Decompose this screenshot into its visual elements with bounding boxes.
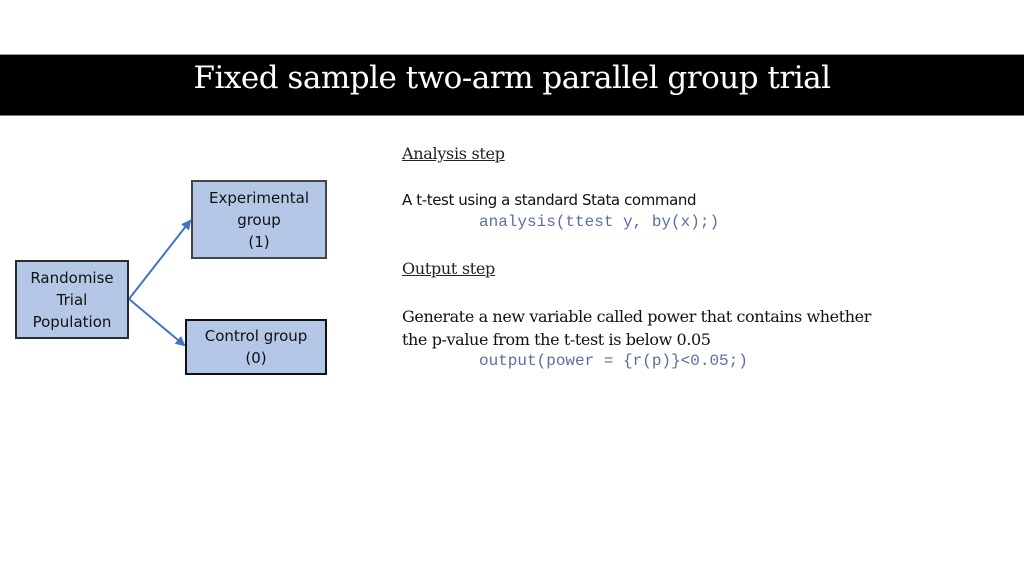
control-group-node: Control group (0) [185, 319, 327, 375]
randomise-node: Randomise Trial Population [15, 260, 129, 339]
randomise-line: Randomise [30, 268, 114, 287]
experimental-line: Experimental [208, 188, 310, 207]
output-code: output(power = {r(p)}<0.05;) [479, 352, 748, 370]
control-line: Control group [204, 327, 308, 345]
slide-title: Fixed sample two-arm parallel group tria… [193, 60, 831, 96]
output-description-line2: the p-value from the t-test is below 0.0… [402, 330, 711, 349]
arrow-to-control [128, 298, 186, 347]
analysis-description: A t-test using a standard Stata command [402, 191, 697, 209]
analysis-heading: Analysis step [402, 144, 505, 163]
output-heading: Output step [402, 259, 495, 278]
randomise-line: Population [32, 312, 112, 331]
experimental-group-node: Experimental group (1) [191, 180, 327, 259]
control-line: (0) [245, 349, 267, 367]
arrow-to-experimental [128, 219, 192, 300]
output-description-line1: Generate a new variable called power tha… [402, 307, 871, 326]
analysis-code: analysis(ttest y, by(x);) [479, 213, 720, 231]
randomise-line: Trial [56, 290, 88, 309]
experimental-line: group [237, 210, 281, 229]
experimental-line: (1) [248, 232, 270, 251]
